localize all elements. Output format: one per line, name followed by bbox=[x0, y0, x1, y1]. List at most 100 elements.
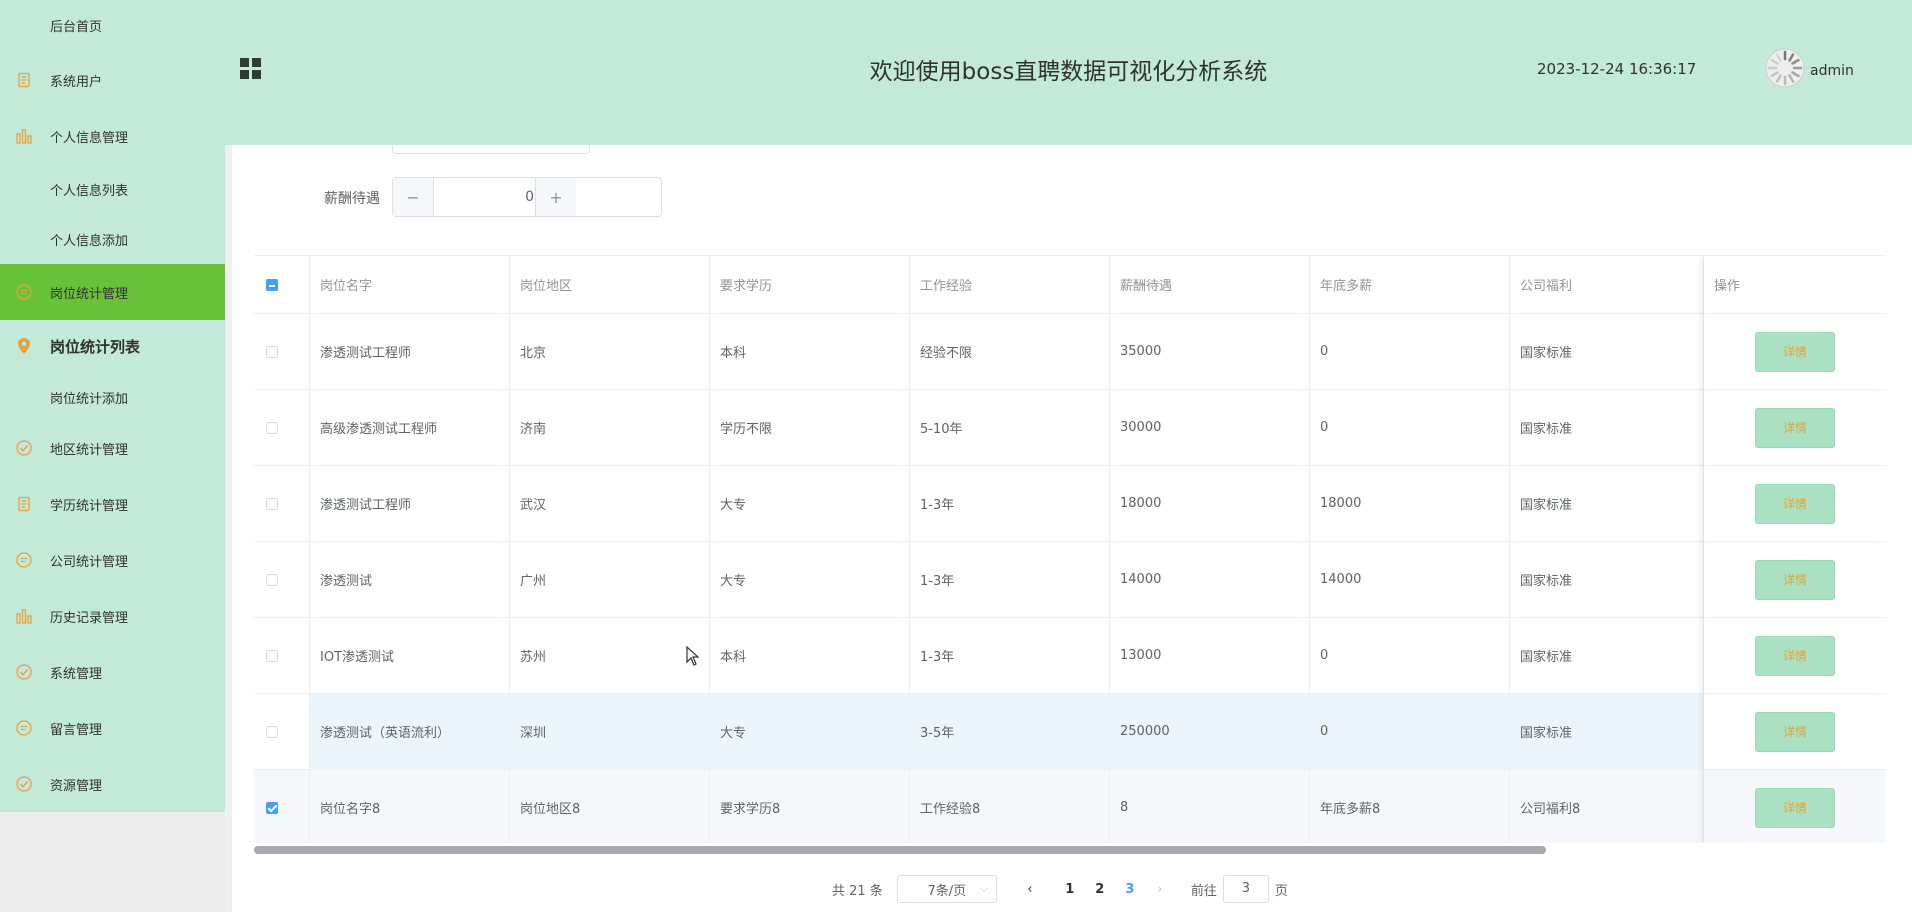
year-end-bonus-cell: 0 bbox=[1310, 314, 1510, 389]
year-end-bonus-cell: 0 bbox=[1310, 694, 1510, 769]
sidebar-item-region-stats[interactable]: 地区统计管理 bbox=[0, 420, 225, 476]
row-checkbox[interactable] bbox=[266, 497, 278, 510]
chat-icon bbox=[14, 718, 34, 738]
sidebar-item-resources[interactable]: 资源管理 bbox=[0, 756, 225, 812]
sidebar-item-personal-info-list[interactable]: 个人信息列表 bbox=[0, 164, 225, 214]
sidebar-item-label: 个人信息添加 bbox=[50, 233, 129, 249]
bar-chart-icon bbox=[14, 126, 34, 146]
page-number[interactable]: 1 bbox=[1055, 882, 1085, 897]
sidebar-item-job-stats[interactable]: 岗位统计管理 bbox=[0, 264, 225, 320]
job-name-cell: 渗透测试 bbox=[310, 542, 510, 617]
username[interactable]: admin bbox=[1810, 63, 1854, 79]
sidebar-item-home[interactable]: 后台首页 bbox=[0, 0, 225, 48]
sidebar-item-messages[interactable]: 留言管理 bbox=[0, 700, 225, 756]
row-checkbox[interactable] bbox=[266, 345, 278, 358]
job-region-cell: 广州 bbox=[510, 542, 710, 617]
select-all-checkbox[interactable] bbox=[266, 278, 278, 291]
select-all-cell bbox=[254, 256, 310, 313]
education-cell: 本科 bbox=[710, 618, 910, 693]
check-circle-icon bbox=[14, 774, 34, 794]
job-name-cell: 渗透测试工程师 bbox=[310, 314, 510, 389]
education-cell: 大专 bbox=[710, 466, 910, 541]
chat-icon bbox=[14, 282, 34, 302]
table-row: 渗透测试工程师 武汉 大专 1-3年 18000 18000 国家标准 详情 bbox=[254, 466, 1886, 542]
scrollbar-thumb[interactable] bbox=[254, 846, 1546, 854]
sidebar-item-system-admin[interactable]: 系统管理 bbox=[0, 644, 225, 700]
next-page-icon[interactable]: › bbox=[1145, 882, 1175, 897]
benefits-cell: 国家标准 bbox=[1510, 618, 1704, 693]
page-number[interactable]: 2 bbox=[1085, 882, 1115, 897]
salary-filter-label: 薪酬待遇 bbox=[324, 191, 380, 207]
row-select-cell bbox=[254, 466, 310, 541]
column-header[interactable]: 岗位地区 bbox=[510, 256, 710, 313]
avatar[interactable] bbox=[1765, 48, 1805, 88]
sidebar-item-label: 公司统计管理 bbox=[50, 554, 129, 570]
goto-suffix: 页 bbox=[1274, 883, 1288, 899]
prev-page-icon[interactable]: ‹ bbox=[1015, 882, 1045, 897]
salary-cell: 13000 bbox=[1110, 618, 1310, 693]
sidebar-item-education-stats[interactable]: 学历统计管理 bbox=[0, 476, 225, 532]
column-header[interactable]: 公司福利 bbox=[1510, 256, 1704, 313]
job-name-cell: IOT渗透测试 bbox=[310, 618, 510, 693]
education-cell: 大专 bbox=[710, 694, 910, 769]
sidebar: 后台首页 系统用户 个人信息管理 个人信息列表 个人信息添加 岗位统计管理 岗位… bbox=[0, 0, 225, 812]
benefits-cell: 国家标准 bbox=[1510, 542, 1704, 617]
bar-chart-icon bbox=[14, 606, 34, 626]
chevron-down-icon: ⌵ bbox=[980, 883, 988, 895]
salary-cell: 35000 bbox=[1110, 314, 1310, 389]
row-checkbox[interactable] bbox=[266, 421, 278, 434]
sidebar-item-job-stats-add[interactable]: 岗位统计添加 bbox=[0, 372, 225, 422]
benefits-cell: 国家标准 bbox=[1510, 390, 1704, 465]
check-circle-icon bbox=[14, 662, 34, 682]
table-header-row: 岗位名字 岗位地区 要求学历 工作经验 薪酬待遇 年底多薪 公司福利 操作 bbox=[254, 256, 1886, 314]
page-size-value: 7条/页 bbox=[927, 883, 967, 899]
salary-cell: 250000 bbox=[1110, 694, 1310, 769]
benefits-cell: 公司福利8 bbox=[1510, 770, 1704, 843]
row-checkbox[interactable] bbox=[266, 801, 278, 814]
sidebar-item-job-stats-list[interactable]: 岗位统计列表 bbox=[0, 318, 225, 374]
column-header[interactable]: 岗位名字 bbox=[310, 256, 510, 313]
sidebar-item-label: 历史记录管理 bbox=[50, 610, 129, 626]
row-select-cell bbox=[254, 618, 310, 693]
sidebar-item-label: 系统用户 bbox=[50, 74, 103, 90]
year-end-bonus-cell: 14000 bbox=[1310, 542, 1510, 617]
page-size-select[interactable]: 7条/页 ⌵ bbox=[896, 875, 997, 903]
sidebar-item-label: 地区统计管理 bbox=[50, 442, 129, 458]
column-header[interactable]: 年底多薪 bbox=[1310, 256, 1510, 313]
top-header: 欢迎使用boss直聘数据可视化分析系统 2023-12-24 16:36:17 … bbox=[225, 0, 1912, 145]
goto-page-input[interactable]: 3 bbox=[1222, 875, 1269, 903]
table-row: IOT渗透测试 苏州 本科 1-3年 13000 0 国家标准 详情 bbox=[254, 618, 1886, 694]
mouse-cursor-icon bbox=[686, 646, 700, 666]
job-name-cell: 渗透测试（英语流利） bbox=[310, 694, 510, 769]
sidebar-item-personal-info[interactable]: 个人信息管理 bbox=[0, 108, 225, 164]
sidebar-item-company-stats[interactable]: 公司统计管理 bbox=[0, 532, 225, 588]
pagination: 共 21 条 7条/页 ⌵ ‹ 1 2 3 › 前往 3 页 bbox=[832, 875, 1288, 903]
education-cell: 学历不限 bbox=[710, 390, 910, 465]
year-end-bonus-cell: 0 bbox=[1310, 390, 1510, 465]
education-cell: 大专 bbox=[710, 542, 910, 617]
horizontal-scrollbar[interactable] bbox=[254, 846, 1886, 854]
column-header[interactable]: 要求学历 bbox=[710, 256, 910, 313]
year-end-bonus-cell: 0 bbox=[1310, 618, 1510, 693]
increment-button[interactable]: + bbox=[535, 178, 576, 216]
row-checkbox[interactable] bbox=[266, 573, 278, 586]
salary-input[interactable]: 0 bbox=[434, 178, 535, 216]
row-select-cell bbox=[254, 542, 310, 617]
column-header[interactable]: 工作经验 bbox=[910, 256, 1110, 313]
search-input-partial[interactable] bbox=[392, 135, 590, 154]
sidebar-item-system-users[interactable]: 系统用户 bbox=[0, 52, 225, 108]
row-checkbox[interactable] bbox=[266, 725, 278, 738]
location-icon bbox=[14, 336, 34, 356]
salary-stepper: − 0 + bbox=[392, 177, 662, 217]
page-number-current[interactable]: 3 bbox=[1115, 882, 1145, 897]
decrement-button[interactable]: − bbox=[393, 178, 434, 216]
column-header[interactable]: 薪酬待遇 bbox=[1110, 256, 1310, 313]
table-row: 岗位名字8 岗位地区8 要求学历8 工作经验8 8 年底多薪8 公司福利8 详情 bbox=[254, 770, 1886, 843]
sidebar-item-personal-info-add[interactable]: 个人信息添加 bbox=[0, 214, 225, 264]
sidebar-item-label: 留言管理 bbox=[50, 722, 103, 738]
experience-cell: 经验不限 bbox=[910, 314, 1110, 389]
document-icon bbox=[14, 70, 34, 90]
row-select-cell bbox=[254, 390, 310, 465]
sidebar-item-history[interactable]: 历史记录管理 bbox=[0, 588, 225, 644]
row-checkbox[interactable] bbox=[266, 649, 278, 662]
